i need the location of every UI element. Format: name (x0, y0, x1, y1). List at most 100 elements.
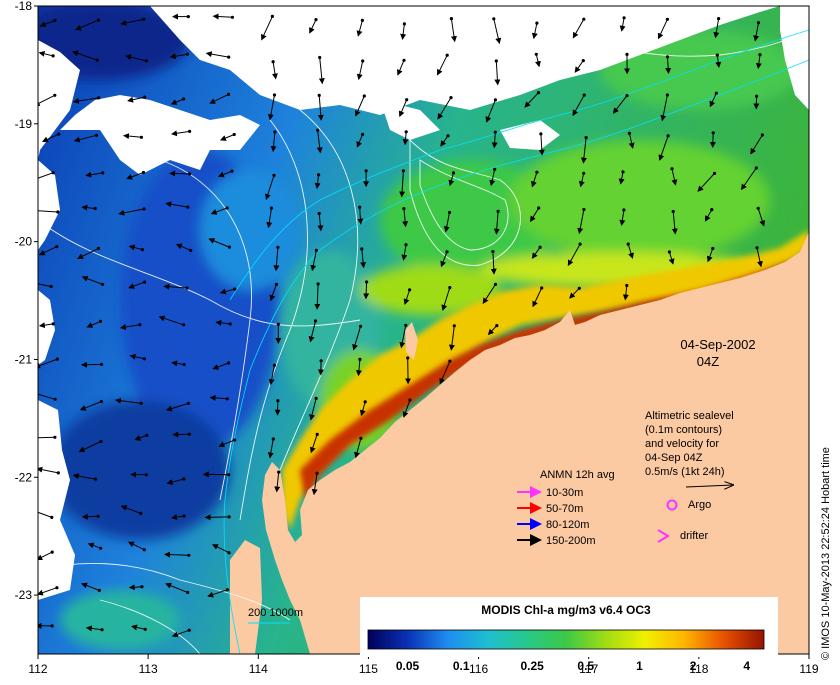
vector-origin-dot (187, 402, 190, 405)
vector-origin-dot (100, 400, 103, 403)
vector-origin-dot (272, 174, 275, 177)
vector-origin-dot (272, 60, 275, 63)
sealevel-note-line: Altimetric sealevel (645, 410, 734, 422)
colorbar-tick-label: 0.05 (396, 659, 420, 673)
vector-origin-dot (314, 18, 317, 21)
vector-origin-dot (143, 281, 146, 284)
vector-origin-dot (54, 398, 57, 401)
y-axis: -18-19-20-21-22-23 (15, 0, 38, 602)
vector-origin-dot (494, 283, 497, 286)
vector-origin-dot (270, 207, 273, 210)
vector-origin-dot (666, 55, 669, 58)
vector-origin-dot (405, 98, 408, 101)
vector-origin-dot (271, 15, 274, 18)
vector-origin-dot (145, 473, 148, 476)
vector-origin-dot (273, 130, 276, 133)
vector-origin-dot (535, 171, 538, 174)
land-south (230, 540, 262, 654)
vector-origin-dot (142, 18, 145, 21)
vector-origin-dot (227, 551, 230, 554)
vector-origin-dot (757, 21, 760, 24)
x-tick-label: 114 (249, 662, 268, 676)
vector-origin-dot (670, 167, 673, 170)
vector-origin-dot (144, 628, 147, 631)
vector-origin-dot (187, 554, 190, 557)
vector-origin-dot (229, 322, 232, 325)
vector-origin-dot (99, 547, 102, 550)
vector-origin-dot (446, 134, 449, 137)
vector-origin-dot (582, 172, 585, 175)
vector-origin-dot (182, 97, 185, 100)
vector-origin-dot (226, 206, 229, 209)
y-tick-label: -20 (15, 235, 33, 249)
vector-origin-dot (52, 322, 55, 325)
vector-origin-dot (188, 629, 191, 632)
vector-origin-dot (52, 171, 55, 174)
colorbar-tick-label: 2 (690, 659, 697, 673)
vector-origin-dot (277, 471, 280, 474)
vector-origin-dot (452, 171, 455, 174)
vector-origin-dot (316, 129, 319, 132)
legend-label-80-120m: 80-120m (546, 519, 589, 531)
vector-origin-dot (227, 56, 230, 59)
vector-origin-dot (539, 132, 542, 135)
vector-origin-dot (98, 589, 101, 592)
vector-origin-dot (666, 18, 669, 21)
vector-origin-dot (535, 53, 538, 56)
map-area (10, 0, 809, 654)
vector-origin-dot (139, 512, 142, 515)
vector-origin-dot (361, 59, 364, 62)
vector-origin-dot (621, 170, 624, 173)
vector-origin-dot (364, 400, 367, 403)
vector-origin-dot (187, 15, 190, 18)
vector-origin-dot (97, 96, 100, 99)
x-tick-label: 112 (28, 662, 47, 676)
vector-origin-dot (755, 246, 758, 249)
vector-origin-dot (53, 94, 56, 97)
vector-origin-dot (51, 624, 54, 627)
vector-origin-dot (358, 358, 361, 361)
vector-origin-dot (625, 53, 628, 56)
vector-origin-dot (51, 551, 54, 554)
velocity-vector (713, 133, 714, 147)
vector-origin-dot (143, 357, 146, 360)
vector-origin-dot (315, 397, 318, 400)
vector-origin-dot (140, 585, 143, 588)
vector-origin-dot (314, 319, 317, 322)
vector-origin-dot (361, 19, 364, 22)
vector-origin-dot (358, 206, 361, 209)
vector-origin-dot (318, 94, 321, 97)
vector-origin-dot (359, 437, 362, 440)
vector-origin-dot (495, 59, 498, 62)
vector-origin-dot (359, 325, 362, 328)
vector-origin-dot (145, 434, 148, 437)
vector-origin-dot (227, 361, 230, 364)
vector-origin-dot (140, 136, 143, 139)
date-label: 04-Sep-2002 (680, 337, 755, 352)
vector-origin-dot (141, 248, 144, 251)
vector-origin-dot (142, 207, 145, 210)
vector-origin-dot (97, 19, 100, 22)
vector-origin-dot (713, 172, 716, 175)
y-tick-label: -21 (15, 352, 33, 366)
vector-origin-dot (233, 133, 236, 136)
vector-origin-dot (57, 133, 60, 136)
vector-origin-dot (365, 280, 368, 283)
vector-origin-dot (276, 399, 279, 402)
vector-origin-dot (404, 324, 407, 327)
vector-origin-dot (712, 131, 715, 134)
colorbar-tick-label: 4 (743, 659, 750, 673)
vector-origin-dot (183, 363, 186, 366)
velocity-vector (170, 173, 189, 174)
vector-origin-dot (53, 436, 56, 439)
y-tick-label: -23 (15, 588, 33, 602)
vector-origin-dot (100, 363, 103, 366)
ocean-map-figure: 112113114115116117118119 -18-19-20-21-22… (0, 0, 840, 680)
vector-origin-dot (53, 19, 56, 22)
vector-origin-dot (540, 286, 543, 289)
vector-origin-dot (492, 17, 495, 20)
vector-origin-dot (52, 54, 55, 57)
vector-origin-dot (320, 359, 323, 362)
vector-origin-dot (672, 210, 675, 213)
vector-origin-dot (189, 249, 192, 252)
